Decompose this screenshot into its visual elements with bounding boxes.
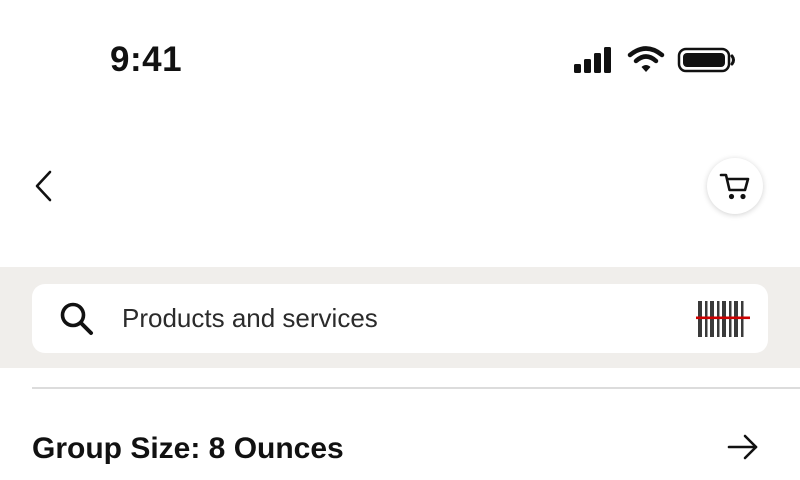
search-band (0, 267, 800, 368)
cart-button[interactable] (707, 158, 763, 214)
section-divider (32, 387, 800, 389)
group-size-title: Group Size: 8 Ounces (32, 432, 344, 465)
search-field[interactable] (32, 284, 768, 353)
search-input[interactable] (122, 298, 682, 338)
back-button[interactable] (24, 164, 64, 208)
magnifier-icon (60, 302, 93, 335)
group-size-row[interactable]: Group Size: 8 Ounces (0, 420, 800, 480)
barcode-scanner-icon[interactable] (696, 299, 750, 339)
status-icons (572, 44, 737, 76)
cellular-signal-icon (574, 47, 611, 73)
wifi-icon (627, 46, 665, 72)
nav-bar (0, 140, 800, 236)
chevron-left-icon (35, 170, 52, 202)
status-bar: 9:41 (0, 0, 800, 110)
shopping-cart-icon (719, 173, 750, 200)
status-time: 9:41 (110, 40, 183, 79)
battery-icon (677, 47, 735, 73)
arrow-right-icon (727, 434, 758, 460)
